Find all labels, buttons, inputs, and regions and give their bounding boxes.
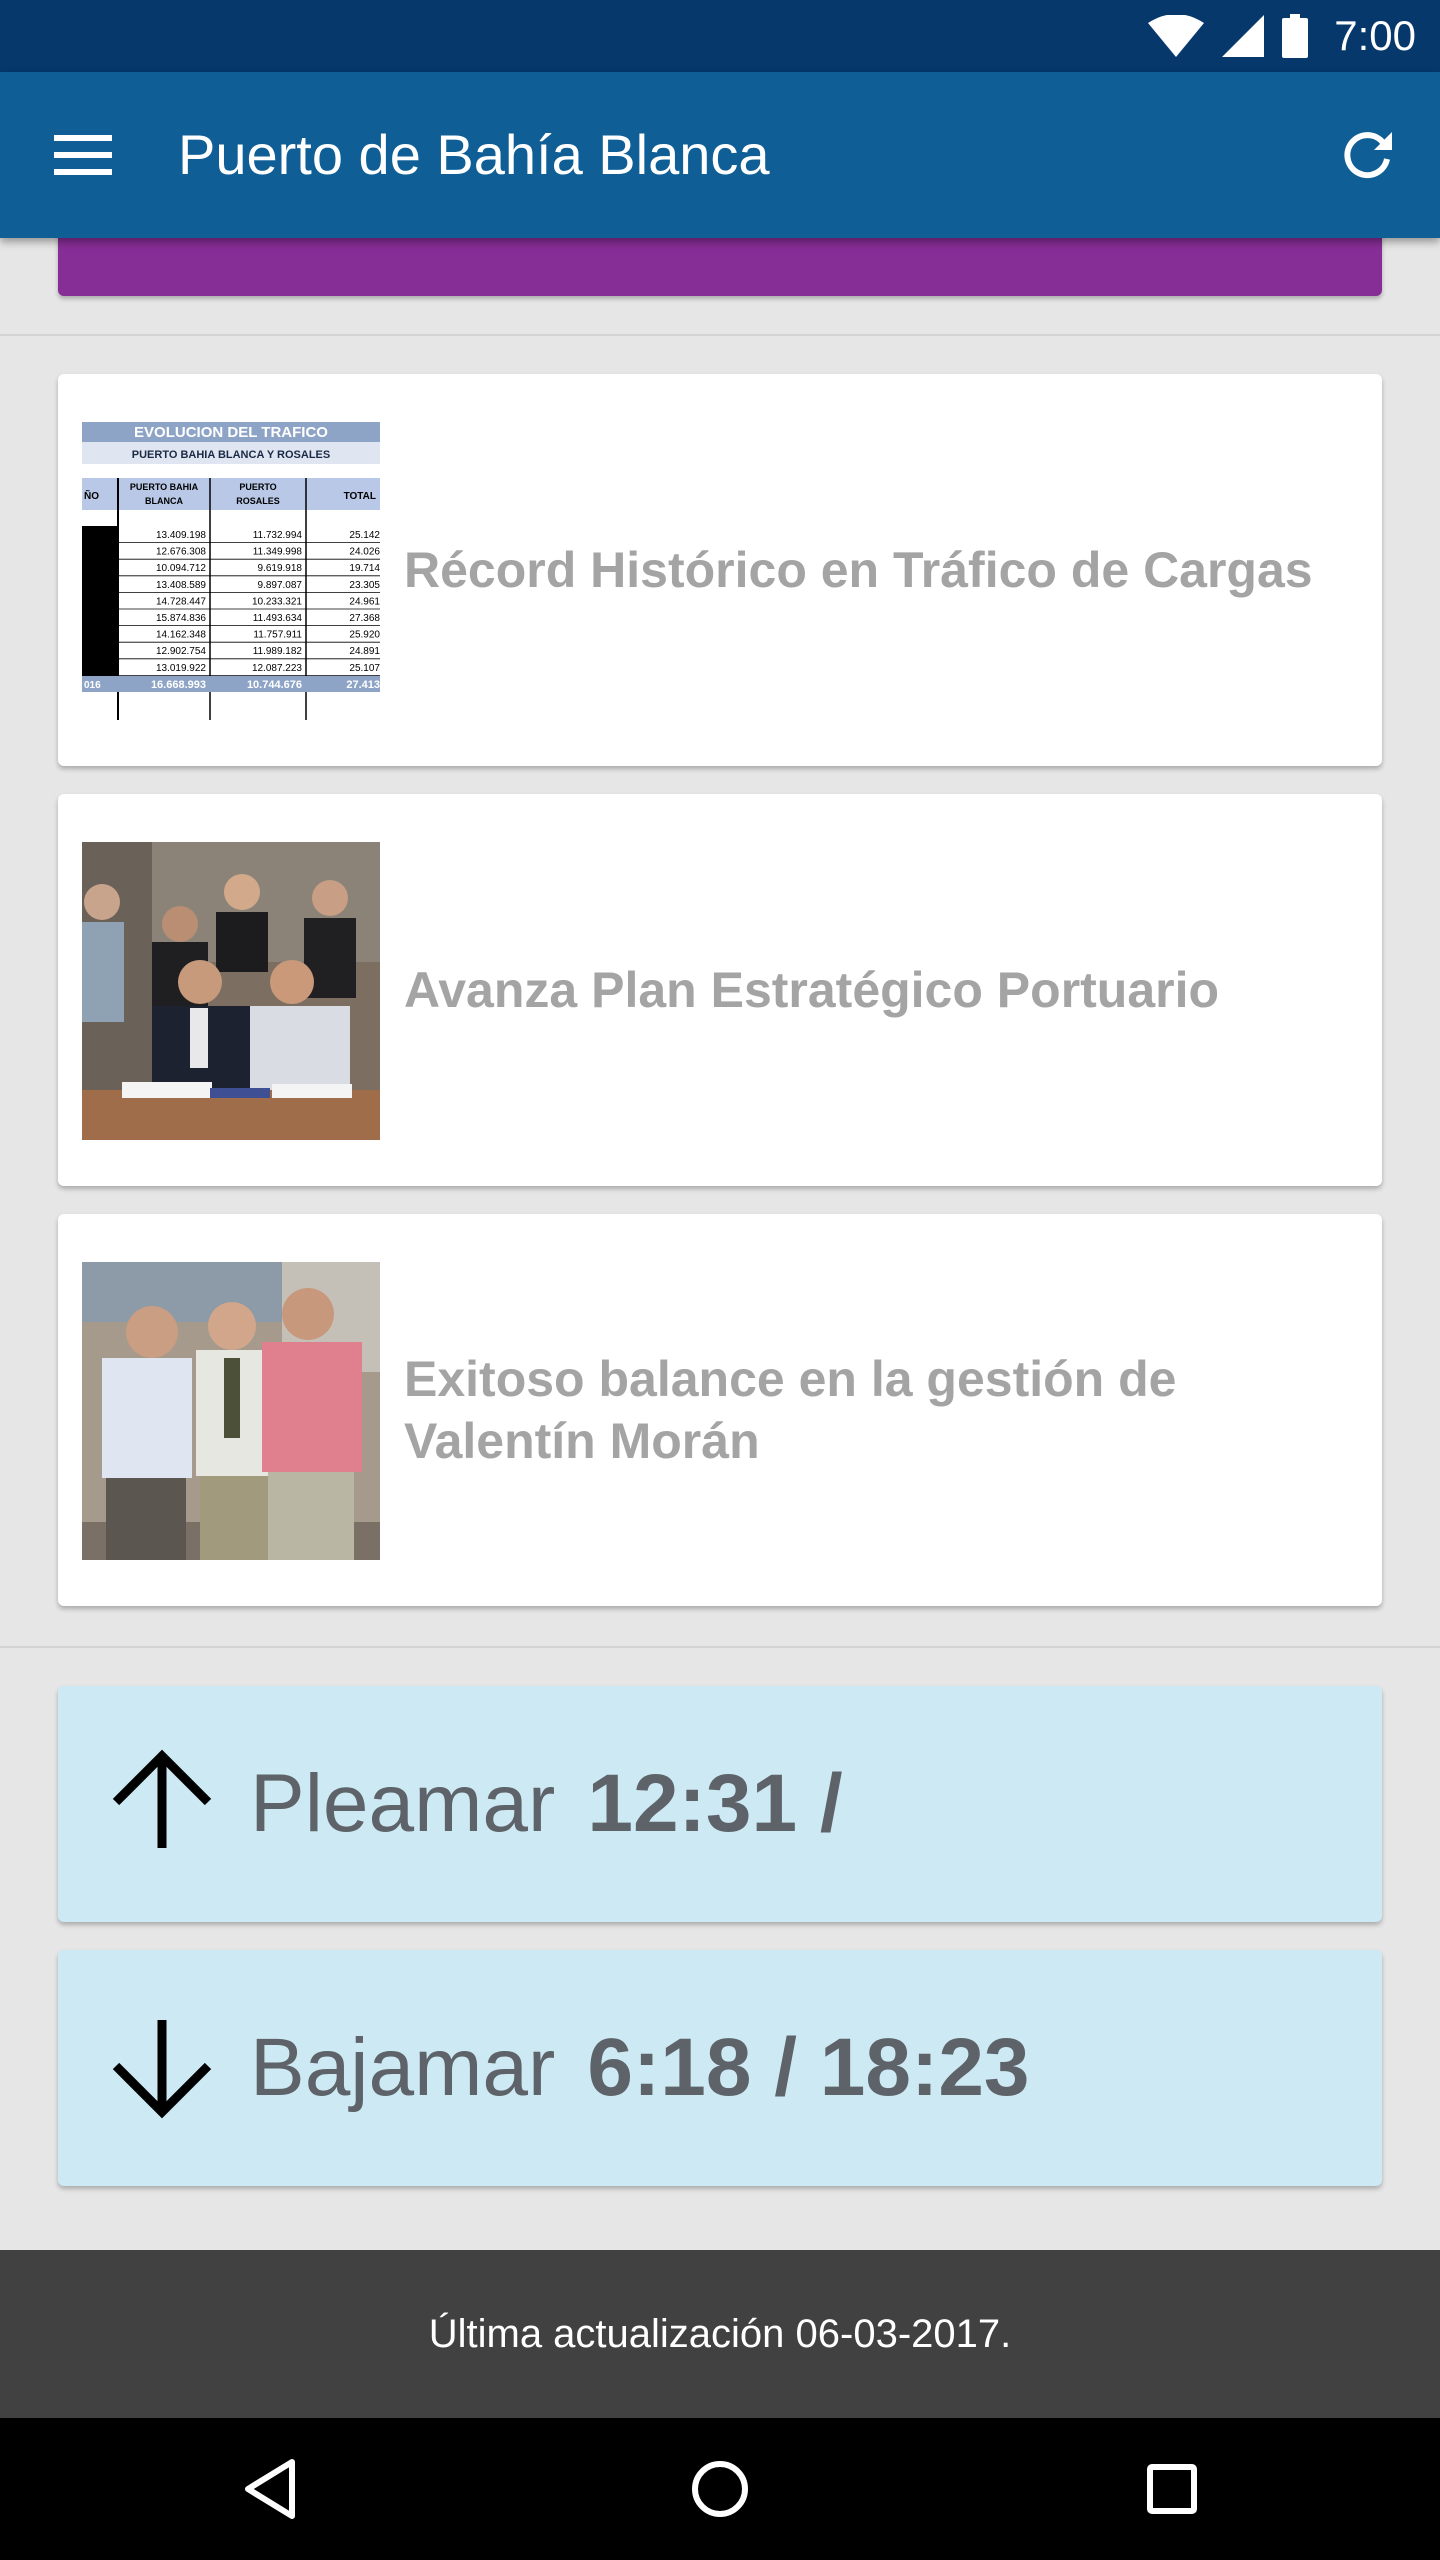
news-thumbnail-traffic-table: EVOLUCION DEL TRAFICO PUERTO BAHIA BLANC… — [82, 422, 380, 720]
thumb-table-cell: 10.233.321 — [252, 596, 302, 607]
app-screen: 7:00 Puerto de Bahía Blanca EVOLUCION DE… — [0, 0, 1440, 2560]
thumb-table-cell: 27.368 — [349, 613, 380, 624]
svg-text:27.413: 27.413 — [346, 679, 380, 691]
thumb-table-cell: 25.920 — [349, 630, 380, 641]
tide-card-low: Bajamar 6:18 / 18:23 — [58, 1950, 1382, 2186]
thumb-table-cell: 24.961 — [349, 596, 380, 607]
recents-button[interactable] — [1122, 2439, 1222, 2539]
thumb-table-cell: 10.094.712 — [156, 563, 206, 574]
thumb-table-cell: 23.305 — [349, 580, 380, 591]
thumb-table-cell: 14.162.348 — [156, 630, 206, 641]
thumb-table-cell: 11.493.634 — [253, 613, 303, 624]
thumb-table-heading: EVOLUCION DEL TRAFICO — [134, 424, 328, 441]
last-update-footer: Última actualización 06-03-2017. — [0, 2250, 1440, 2418]
tide-times: 6:18 / 18:23 — [587, 2022, 1030, 2113]
news-card[interactable]: Exitoso balance en la gestión de Valentí… — [58, 1214, 1382, 1606]
news-thumbnail-group-photo — [82, 842, 380, 1140]
home-button[interactable] — [670, 2439, 770, 2539]
thumb-table-cell: 25.107 — [349, 663, 380, 674]
menu-button[interactable] — [40, 120, 126, 190]
thumb-table-cell: 13.019.922 — [156, 663, 206, 674]
section-divider — [0, 334, 1440, 336]
tide-info: Pleamar 12:31 / — [250, 1686, 843, 1922]
thumb-table-cell: 14.728.447 — [156, 596, 206, 607]
thumb-table-cell: 13.408.589 — [156, 580, 206, 591]
status-time: 7:00 — [1334, 12, 1416, 59]
news-title: Exitoso balance en la gestión de Valentí… — [404, 1351, 1177, 1469]
thumb-table-subheading: PUERTO BAHIA BLANCA Y ROSALES — [132, 449, 330, 461]
app-bar: Puerto de Bahía Blanca — [0, 72, 1440, 238]
section-divider — [0, 1646, 1440, 1648]
refresh-icon — [1340, 128, 1394, 182]
wifi-icon — [1148, 15, 1205, 57]
last-update-text: Última actualización 06-03-2017. — [428, 2311, 1012, 2356]
thumb-table-cell: 13.409.198 — [156, 530, 206, 541]
thumb-table-cell: 25.142 — [349, 530, 380, 541]
svg-text:ROSALES: ROSALES — [236, 496, 280, 506]
thumb-table-cell: 12.902.754 — [156, 646, 206, 657]
status-bar: 7:00 — [0, 0, 1440, 72]
recents-icon — [1146, 2463, 1198, 2515]
thumb-table-cell: 12.676.308 — [156, 547, 206, 558]
app-title: Puerto de Bahía Blanca — [178, 123, 770, 186]
thumb-table-cell: 24.026 — [349, 547, 380, 558]
svg-text:16.668.993: 16.668.993 — [151, 679, 206, 691]
arrow-up-icon — [102, 1744, 222, 1864]
thumb-table-cell: 19.714 — [349, 563, 380, 574]
back-icon — [242, 2458, 298, 2520]
news-card[interactable]: EVOLUCION DEL TRAFICO PUERTO BAHIA BLANC… — [58, 374, 1382, 766]
tide-info: Bajamar 6:18 / 18:23 — [250, 1950, 1030, 2186]
signal-icon — [1222, 15, 1265, 57]
system-nav-bar — [0, 2418, 1440, 2560]
svg-text:PUERTO BAHIA: PUERTO BAHIA — [130, 482, 199, 492]
battery-icon — [1282, 14, 1309, 58]
svg-text:10.744.676: 10.744.676 — [247, 679, 302, 691]
tide-card-high: Pleamar 12:31 / — [58, 1686, 1382, 1922]
svg-text:TOTAL: TOTAL — [344, 491, 376, 502]
home-icon — [690, 2459, 750, 2519]
svg-text:PUERTO: PUERTO — [239, 482, 276, 492]
hamburger-menu-icon — [54, 135, 112, 175]
tide-label: Pleamar — [250, 1758, 556, 1849]
news-thumbnail-three-men-photo — [82, 1262, 380, 1560]
thumb-table-cell: 15.874.836 — [156, 613, 206, 624]
tide-label: Bajamar — [250, 2022, 556, 2113]
svg-text:ÑO: ÑO — [84, 489, 99, 502]
svg-text:016: 016 — [84, 680, 101, 691]
thumb-table-cell: 11.989.182 — [253, 646, 303, 657]
thumb-table-cell: 11.732.994 — [253, 530, 303, 541]
arrow-down-icon — [102, 2008, 222, 2128]
tide-times: 12:31 / — [587, 1758, 843, 1849]
thumb-table-cell: 11.757.911 — [253, 630, 302, 641]
back-button[interactable] — [220, 2439, 320, 2539]
thumb-table-cell: 9.897.087 — [258, 580, 303, 591]
news-title: Avanza Plan Estratégico Portuario — [404, 962, 1220, 1018]
thumb-table-cell: 9.619.918 — [258, 563, 303, 574]
thumb-table-cell: 11.349.998 — [253, 547, 303, 558]
status-icons: 7:00 — [1148, 0, 1416, 72]
svg-text:BLANCA: BLANCA — [145, 496, 183, 506]
thumb-table-cell: 12.087.223 — [252, 663, 302, 674]
refresh-button[interactable] — [1328, 116, 1406, 194]
news-title: Récord Histórico en Tráfico de Cargas — [404, 542, 1313, 598]
news-card[interactable]: Avanza Plan Estratégico Portuario — [58, 794, 1382, 1186]
thumb-table-cell: 24.891 — [349, 646, 380, 657]
